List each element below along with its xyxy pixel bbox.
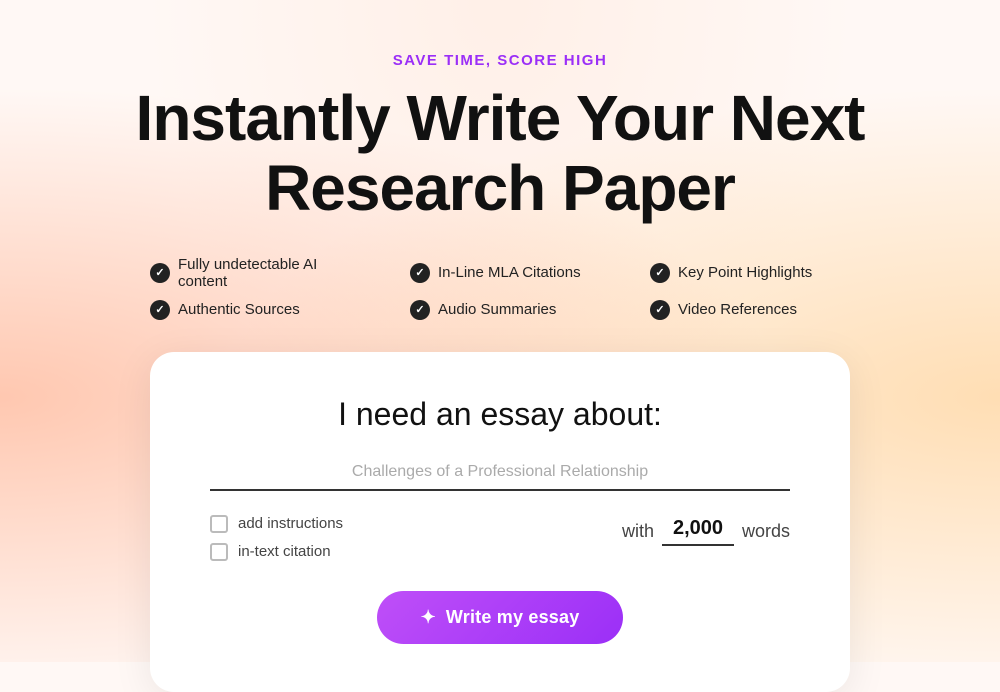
feature-label-2: In-Line MLA Citations	[438, 264, 581, 281]
checkboxes-group: add instructions in-text citation	[210, 515, 343, 561]
in-text-citation-text: in-text citation	[238, 543, 331, 560]
feature-label-6: Video References	[678, 301, 797, 318]
words-prefix: with	[622, 521, 654, 542]
add-instructions-text: add instructions	[238, 515, 343, 532]
feature-item-5: Audio Summaries	[410, 300, 610, 320]
card-title: I need an essay about:	[210, 396, 790, 433]
check-icon-5	[410, 300, 430, 320]
words-section: with words	[622, 515, 790, 546]
in-text-citation-checkbox[interactable]	[210, 543, 228, 561]
essay-card: I need an essay about: add instructions …	[150, 352, 850, 692]
headline-line2: Research Paper	[265, 152, 735, 224]
feature-item-1: Fully undetectable AI content	[150, 256, 370, 290]
in-text-citation-label[interactable]: in-text citation	[210, 543, 343, 561]
feature-item-3: Key Point Highlights	[650, 256, 850, 290]
feature-item-6: Video References	[650, 300, 850, 320]
write-essay-label: Write my essay	[446, 607, 580, 628]
features-grid: Fully undetectable AI content In-Line ML…	[150, 256, 850, 320]
check-icon-4	[150, 300, 170, 320]
check-icon-1	[150, 263, 170, 283]
headline: Instantly Write Your Next Research Paper	[136, 83, 865, 224]
main-content: SAVE TIME, SCORE HIGH Instantly Write Yo…	[0, 0, 1000, 692]
add-instructions-label[interactable]: add instructions	[210, 515, 343, 533]
write-essay-button[interactable]: ✦ Write my essay	[377, 591, 624, 644]
feature-item-2: In-Line MLA Citations	[410, 256, 610, 290]
essay-topic-input[interactable]	[210, 463, 790, 491]
feature-label-4: Authentic Sources	[178, 301, 300, 318]
feature-label-3: Key Point Highlights	[678, 264, 812, 281]
words-suffix: words	[742, 521, 790, 542]
words-count-input[interactable]	[662, 517, 734, 546]
feature-item-4: Authentic Sources	[150, 300, 370, 320]
feature-label-1: Fully undetectable AI content	[178, 256, 370, 290]
options-row: add instructions in-text citation with w…	[210, 515, 790, 561]
headline-line1: Instantly Write Your Next	[136, 82, 865, 154]
check-icon-2	[410, 263, 430, 283]
check-icon-6	[650, 300, 670, 320]
check-icon-3	[650, 263, 670, 283]
tagline: SAVE TIME, SCORE HIGH	[393, 52, 608, 69]
star-icon: ✦	[421, 607, 436, 628]
feature-label-5: Audio Summaries	[438, 301, 556, 318]
button-wrapper: ✦ Write my essay	[210, 591, 790, 644]
add-instructions-checkbox[interactable]	[210, 515, 228, 533]
